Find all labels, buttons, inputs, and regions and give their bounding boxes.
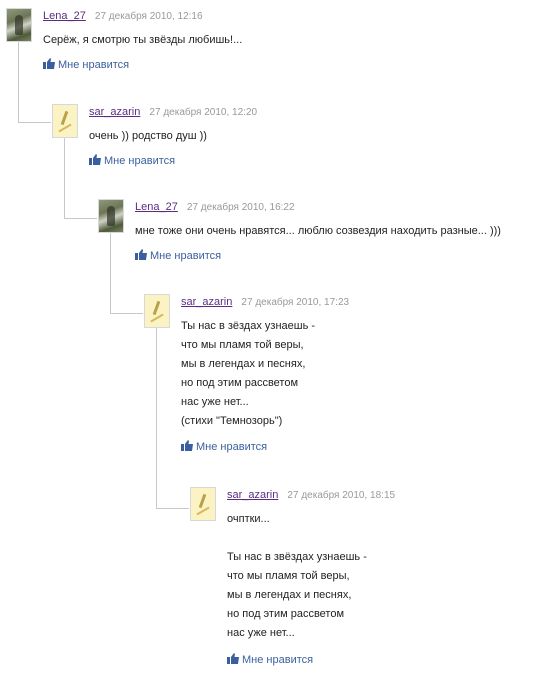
avatar[interactable] [52,104,78,138]
like-button[interactable]: Мне нравится [135,249,221,262]
like-label: Мне нравится [196,441,268,453]
like-button[interactable]: Мне нравится [181,440,267,453]
thumbs-up-icon [89,154,101,165]
author-link[interactable]: sar_azarin [227,489,278,501]
like-button[interactable]: Мне нравится [227,653,313,666]
author-link[interactable]: Lena_27 [135,201,178,213]
comment-date: 27 декабря 2010, 12:20 [149,107,258,118]
like-button[interactable]: Мне нравится [89,154,175,167]
comment-date: 27 декабря 2010, 18:15 [287,490,396,501]
comment-text: Ты нас в зёздах узнаешь - что мы пламя т… [181,320,316,427]
thumbs-up-icon [181,440,193,451]
like-label: Мне нравится [150,250,222,262]
thread-connector [64,138,97,219]
avatar[interactable] [190,487,216,521]
like-label: Мне нравится [242,654,314,666]
thumbs-up-icon [227,653,239,664]
comment-text: очень )) родство душ )) [89,130,207,142]
comment-text: мне тоже они очень нравятся... люблю соз… [135,225,501,237]
like-label: Мне нравится [104,155,176,167]
comment-text: очптки... Ты нас в звёздах узнаешь - что… [227,513,367,639]
avatar[interactable] [6,8,32,42]
like-label: Мне нравится [58,59,130,71]
thumbs-up-icon [135,249,147,260]
thread-connector [110,233,143,314]
comment-text: Серёж, я смотрю ты звёзды любишь!... [43,34,243,46]
author-link[interactable]: sar_azarin [181,296,232,308]
author-link[interactable]: Lena_27 [43,10,86,22]
thumbs-up-icon [43,58,55,69]
avatar[interactable] [98,199,124,233]
like-button[interactable]: Мне нравится [43,58,129,71]
comment-date: 27 декабря 2010, 16:22 [186,202,295,213]
author-link[interactable]: sar_azarin [89,106,140,118]
comment-date: 27 декабря 2010, 17:23 [241,297,350,308]
comment-date: 27 декабря 2010, 12:16 [94,11,203,22]
avatar[interactable] [144,294,170,328]
thread-connector [18,42,51,123]
